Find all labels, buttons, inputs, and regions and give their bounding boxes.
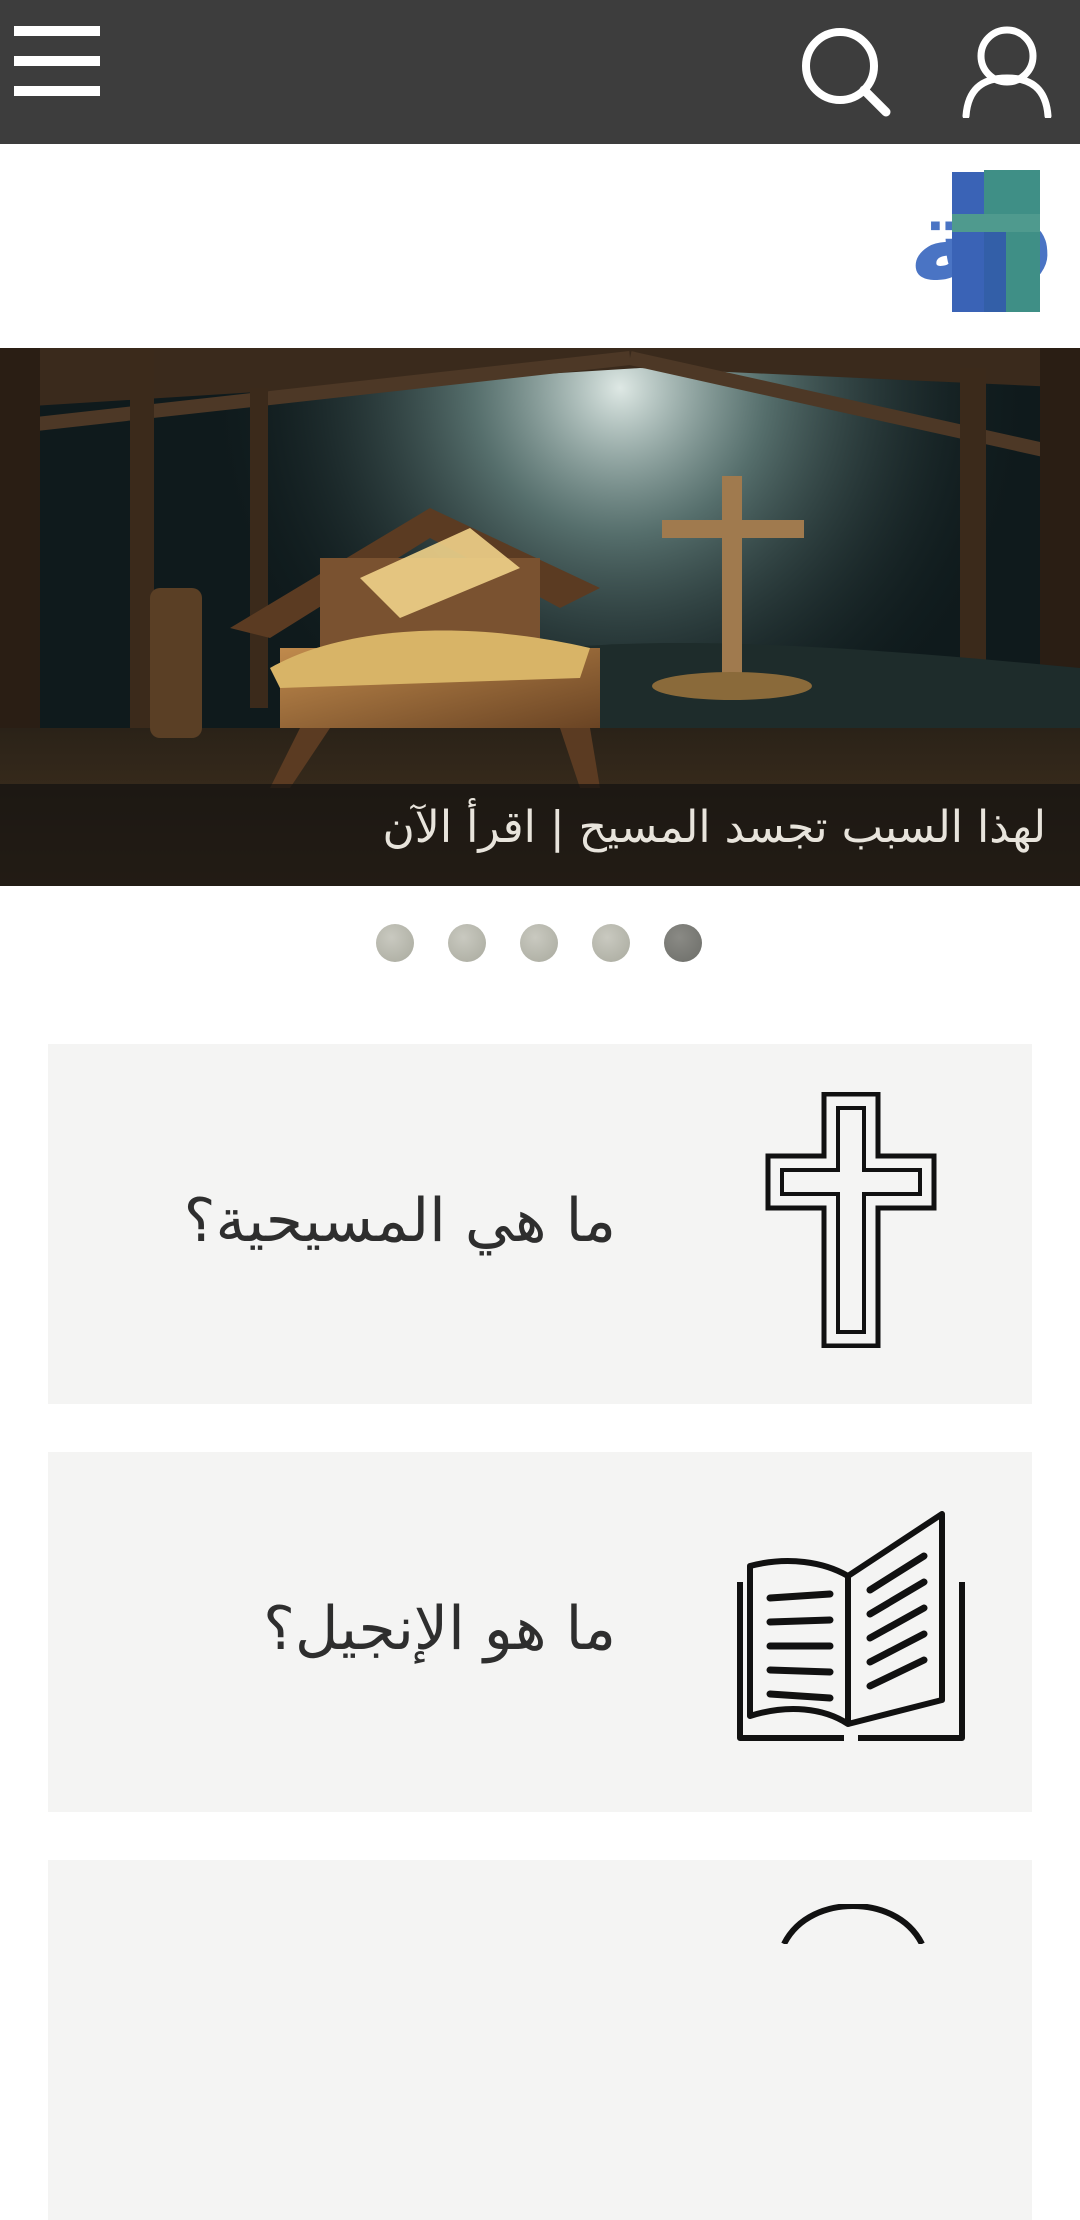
cross-logo-icon [952, 170, 1040, 312]
slider-dot[interactable] [376, 924, 414, 962]
slider-dot[interactable] [448, 924, 486, 962]
hamburger-menu-icon[interactable] [14, 26, 100, 96]
hero-caption[interactable]: لهذا السبب تجسد المسيح | اقرأ الآن [382, 802, 1046, 853]
partial-circle-icon [778, 1902, 928, 1948]
search-icon[interactable] [800, 26, 892, 118]
user-icon[interactable] [962, 26, 1052, 120]
card-title: ما هي المسيحية؟ [183, 1186, 616, 1256]
top-navigation-bar [0, 0, 1080, 144]
open-book-icon [728, 1510, 974, 1758]
card-what-is-christianity[interactable]: ما هي المسيحية؟ [48, 1044, 1032, 1404]
slider-dot-active[interactable] [664, 924, 702, 962]
hero-slider[interactable]: لهذا السبب تجسد المسيح | اقرأ الآن [0, 348, 1080, 886]
card-title: ما هو الإنجيل؟ [263, 1594, 616, 1664]
logo-area: معرفة [0, 144, 1080, 348]
card-what-is-gospel[interactable]: ما هو الإنجيل؟ [48, 1452, 1032, 1812]
cross-icon [764, 1091, 938, 1352]
card-third[interactable] [48, 1860, 1032, 2220]
slider-dot[interactable] [520, 924, 558, 962]
site-logo[interactable]: معرفة [508, 170, 1080, 318]
slider-pagination [376, 924, 706, 962]
slider-dot[interactable] [592, 924, 630, 962]
hero-caption-bar: لهذا السبب تجسد المسيح | اقرأ الآن [0, 784, 1080, 886]
